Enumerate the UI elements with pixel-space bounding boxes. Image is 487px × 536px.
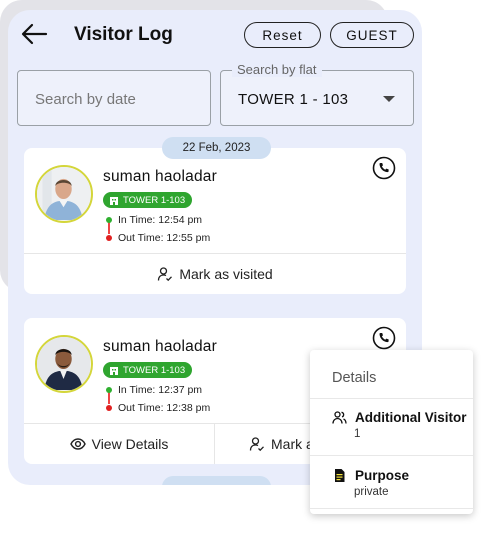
back-arrow-icon[interactable] [20, 22, 48, 46]
in-time-dot [106, 387, 112, 393]
header: Visitor Log Reset GUEST [8, 10, 422, 62]
date-chip-label: 22 Feb, 2023 [182, 142, 251, 154]
visitor-name: suman haoladar [103, 338, 217, 355]
eye-icon [69, 438, 86, 450]
in-time-label: In Time: 12:37 pm [118, 384, 203, 396]
in-time-label: In Time: 12:54 pm [118, 214, 203, 226]
out-time-dot [106, 405, 112, 411]
user-check-icon [249, 437, 264, 452]
purpose-item[interactable]: Purpose private [332, 468, 409, 498]
mark-as-visited-button[interactable]: Mark as visited [24, 254, 406, 294]
dropdown-caret-icon [383, 96, 395, 102]
building-icon [110, 196, 118, 205]
additional-visitor-value: 1 [354, 428, 361, 440]
popup-divider [310, 455, 473, 456]
in-time: In Time: 12:54 pm [106, 214, 202, 226]
avatar [35, 165, 93, 223]
phone-icon[interactable] [372, 156, 396, 180]
flat-select[interactable]: Search by flat TOWER 1 - 103 [220, 62, 414, 126]
mark-as-visited-label: Mark a [271, 436, 314, 452]
date-chip-partial [162, 476, 271, 485]
out-time: Out Time: 12:38 pm [106, 402, 210, 414]
out-time: Out Time: 12:55 pm [106, 232, 210, 244]
phone-icon[interactable] [372, 326, 396, 350]
date-chip: 22 Feb, 2023 [162, 137, 271, 159]
tower-badge-label: TOWER 1-103 [123, 194, 186, 206]
user-check-icon [158, 267, 173, 282]
out-time-label: Out Time: 12:38 pm [118, 402, 211, 414]
in-time: In Time: 12:37 pm [106, 384, 202, 396]
users-icon [332, 411, 347, 424]
page-title: Visitor Log [74, 24, 173, 45]
additional-visitor-item[interactable]: Additional Visitor 1 [332, 410, 467, 440]
avatar [35, 335, 93, 393]
popup-divider [310, 508, 473, 509]
out-time-label: Out Time: 12:55 pm [118, 232, 211, 244]
flat-select-value: TOWER 1 - 103 [238, 91, 349, 108]
guest-button[interactable]: GUEST [330, 22, 414, 48]
date-search-placeholder: Search by date [35, 91, 136, 108]
document-icon [335, 469, 345, 482]
date-search-field[interactable]: Search by date [17, 70, 211, 126]
view-details-label: View Details [91, 436, 169, 452]
visitor-name: suman haoladar [103, 168, 217, 185]
reset-button[interactable]: Reset [244, 22, 321, 48]
in-time-dot [106, 217, 112, 223]
view-details-button[interactable]: View Details [24, 424, 214, 464]
building-icon [110, 366, 118, 375]
purpose-label: Purpose [355, 468, 410, 483]
additional-visitor-label: Additional Visitor [355, 410, 467, 425]
popup-title: Details [332, 370, 377, 386]
tower-badge: TOWER 1-103 [103, 362, 193, 378]
tower-badge-label: TOWER 1-103 [123, 364, 186, 376]
out-time-dot [106, 235, 112, 241]
flat-select-label: Search by flat [232, 62, 322, 77]
stage: Visitor Log Reset GUEST Search by date S… [0, 0, 487, 536]
popup-divider [310, 398, 473, 399]
details-popup: Details Additional Visitor 1 Purpose pri… [310, 350, 473, 514]
purpose-value: private [354, 486, 389, 498]
visitor-card: suman haoladar TOWER 1-103 In Time: 12:5… [24, 148, 406, 294]
mark-as-visited-label: Mark as visited [179, 266, 273, 282]
tower-badge: TOWER 1-103 [103, 192, 193, 208]
